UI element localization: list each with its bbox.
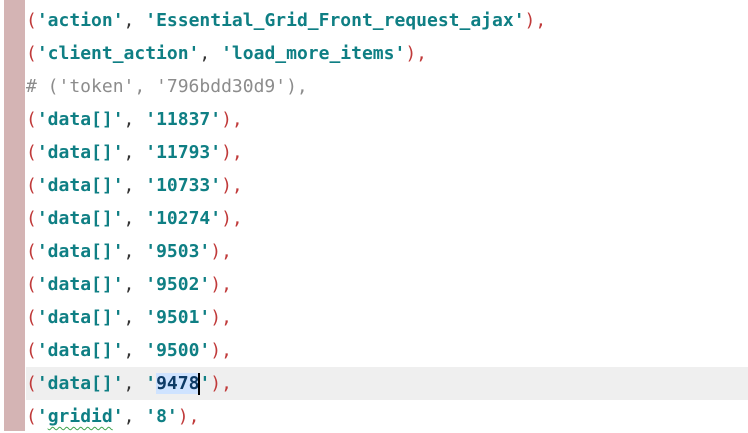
close-paren: ),	[221, 142, 243, 163]
close-paren: ),	[221, 208, 243, 229]
separator: ,	[123, 373, 146, 394]
close-paren: ),	[210, 340, 232, 361]
close-paren: ),	[405, 43, 428, 64]
tuple-key: 'data[]'	[36, 373, 124, 394]
open-paren: (	[26, 43, 37, 64]
open-paren: (	[26, 307, 37, 328]
tuple-value: '10274'	[145, 208, 222, 229]
open-paren: (	[26, 10, 37, 31]
code-area[interactable]: ('action', 'Essential_Grid_Front_request…	[26, 4, 748, 433]
open-paren: (	[26, 241, 37, 262]
comment-text: # ('token', '796bdd30d9'),	[26, 76, 308, 97]
code-line-6[interactable]: ('data[]', '10733'),	[26, 169, 748, 202]
open-paren: (	[26, 208, 37, 229]
tuple-key: 'data[]'	[36, 241, 124, 262]
tuple-key: 'data[]'	[36, 307, 124, 328]
separator: ,	[123, 175, 146, 196]
code-line-3[interactable]: # ('token', '796bdd30d9'),	[26, 70, 748, 103]
tuple-key: 'data[]'	[36, 340, 124, 361]
open-paren: (	[26, 373, 37, 394]
tuple-value: '8'	[145, 406, 178, 427]
spellcheck-warning-word[interactable]: gridid	[48, 406, 113, 427]
tuple-value: '9501'	[145, 307, 211, 328]
close-paren: ),	[210, 373, 232, 394]
tuple-key: 'data[]'	[36, 142, 124, 163]
code-editor[interactable]: ('action', 'Essential_Grid_Front_request…	[0, 0, 748, 431]
tuple-key: 'data[]'	[36, 175, 124, 196]
close-paren: ),	[177, 406, 200, 427]
tuple-key: 'client_action'	[36, 43, 200, 64]
code-line-4[interactable]: ('data[]', '11837'),	[26, 103, 748, 136]
code-line-12-current[interactable]: ('data[]', '9478'),	[26, 367, 748, 400]
code-line-10[interactable]: ('data[]', '9501'),	[26, 301, 748, 334]
separator: ,	[123, 208, 146, 229]
tuple-value-quote-open: '	[145, 373, 157, 394]
close-paren: ),	[524, 10, 547, 31]
code-line-5[interactable]: ('data[]', '11793'),	[26, 136, 748, 169]
code-line-11[interactable]: ('data[]', '9500'),	[26, 334, 748, 367]
tuple-key-quote-open: '	[36, 406, 48, 427]
separator: ,	[123, 274, 146, 295]
tuple-value: 'Essential_Grid_Front_request_ajax'	[145, 10, 525, 31]
close-paren: ),	[210, 307, 232, 328]
tuple-key-quote-close: '	[112, 406, 124, 427]
open-paren: (	[26, 340, 37, 361]
open-paren: (	[26, 142, 37, 163]
close-paren: ),	[221, 175, 243, 196]
tuple-key: 'data[]'	[36, 208, 124, 229]
separator: ,	[123, 241, 146, 262]
tuple-key: 'action'	[36, 10, 124, 31]
tuple-value-quote-close: '	[199, 373, 211, 394]
tuple-value: '9503'	[145, 241, 211, 262]
tuple-value: '11793'	[145, 142, 222, 163]
close-paren: ),	[221, 109, 243, 130]
close-paren: ),	[210, 274, 232, 295]
code-line-9[interactable]: ('data[]', '9502'),	[26, 268, 748, 301]
separator: ,	[123, 307, 146, 328]
open-paren: (	[26, 175, 37, 196]
editor-gutter[interactable]	[4, 0, 25, 431]
open-paren: (	[26, 274, 37, 295]
separator: ,	[123, 142, 146, 163]
tuple-value: 'load_more_items'	[221, 43, 406, 64]
code-line-1[interactable]: ('action', 'Essential_Grid_Front_request…	[26, 4, 748, 37]
selected-text[interactable]: 9478	[156, 373, 200, 394]
code-line-2[interactable]: ('client_action', 'load_more_items'),	[26, 37, 748, 70]
tuple-value: '10733'	[145, 175, 222, 196]
tuple-key: 'data[]'	[36, 109, 124, 130]
code-line-13[interactable]: ('gridid', '8'),	[26, 400, 748, 433]
tuple-key: 'data[]'	[36, 274, 124, 295]
tuple-value: '9500'	[145, 340, 211, 361]
separator: ,	[199, 43, 222, 64]
tuple-value: '9502'	[145, 274, 211, 295]
separator: ,	[123, 10, 146, 31]
tuple-value: '11837'	[145, 109, 222, 130]
open-paren: (	[26, 109, 37, 130]
separator: ,	[123, 340, 146, 361]
open-paren: (	[26, 406, 37, 427]
separator: ,	[123, 406, 146, 427]
code-line-8[interactable]: ('data[]', '9503'),	[26, 235, 748, 268]
close-paren: ),	[210, 241, 232, 262]
code-line-7[interactable]: ('data[]', '10274'),	[26, 202, 748, 235]
separator: ,	[123, 109, 146, 130]
